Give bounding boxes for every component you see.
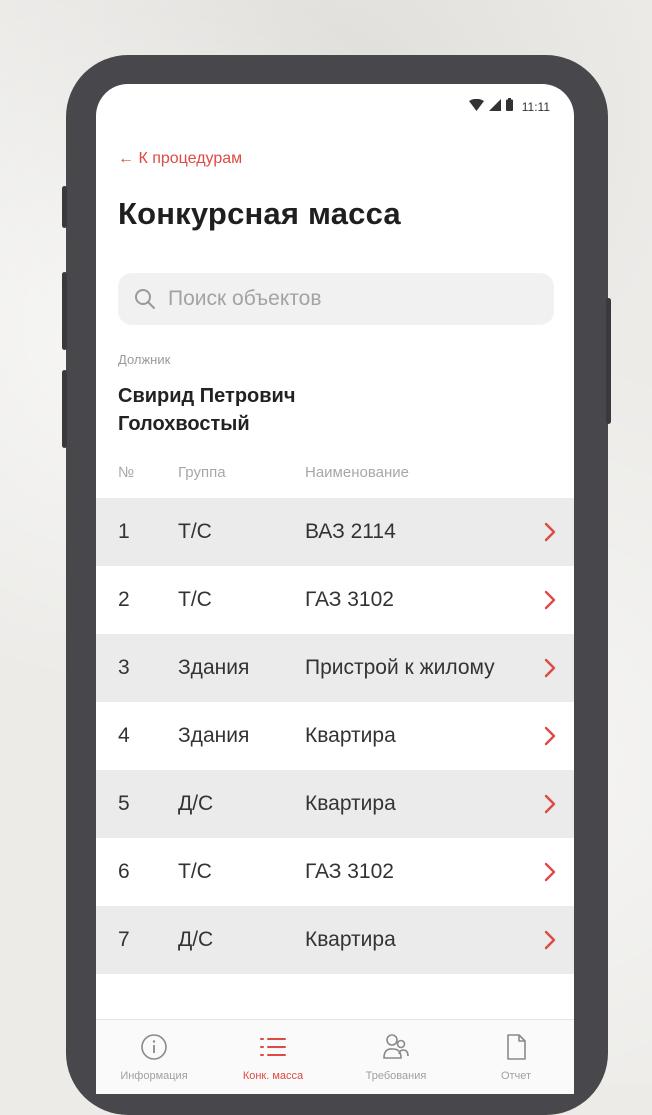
phone-side-button [62, 272, 67, 350]
phone-side-button [62, 370, 67, 448]
row-group: Т/С [178, 860, 212, 883]
nav-tab-information[interactable]: Информация [104, 1030, 204, 1082]
battery-icon [505, 98, 513, 116]
row-name: Пристрой к жилому [305, 656, 495, 679]
debtor-name: Свирид Петрович Голохвостый [118, 385, 296, 435]
bottom-navigation: Информация Конк. масса Требования Отчет [96, 1019, 574, 1094]
chevron-right-icon [544, 930, 556, 950]
nav-label: Отчет [500, 1070, 532, 1082]
row-group: Здания [178, 656, 250, 679]
nav-tab-report[interactable]: Отчет [466, 1030, 566, 1082]
row-number: 5 [118, 792, 130, 815]
row-name: Квартира [305, 724, 396, 747]
row-number: 6 [118, 860, 130, 883]
chevron-right-icon [544, 590, 556, 610]
table-row[interactable]: 7 Д/С Квартира [96, 906, 574, 974]
debtor-label: Должник [118, 352, 171, 367]
row-group: Т/С [178, 520, 212, 543]
chevron-right-icon [544, 522, 556, 542]
wifi-icon [468, 98, 484, 116]
row-name: Квартира [305, 792, 396, 815]
row-name: ГАЗ 3102 [305, 588, 394, 611]
back-to-procedures-link[interactable]: ← К процедурам [118, 150, 242, 168]
row-number: 1 [118, 520, 130, 543]
column-header-group: Группа [178, 464, 226, 481]
table-row[interactable]: 3 Здания Пристрой к жилому [96, 634, 574, 702]
status-bar: 11:11 [468, 98, 550, 116]
list-icon [223, 1030, 323, 1064]
search-icon [134, 288, 156, 310]
search-input[interactable] [166, 286, 530, 312]
search-bar[interactable] [118, 273, 554, 325]
column-header-name: Наименование [305, 464, 409, 481]
row-group: Здания [178, 724, 250, 747]
table-row[interactable]: 4 Здания Квартира [96, 702, 574, 770]
row-name: Квартира [305, 928, 396, 951]
chevron-right-icon [544, 658, 556, 678]
nav-label: Информация [120, 1070, 188, 1082]
row-number: 4 [118, 724, 130, 747]
phone-side-button [62, 186, 67, 228]
nav-label: Требования [365, 1070, 427, 1082]
info-icon [104, 1030, 204, 1064]
document-icon [466, 1030, 566, 1064]
assets-list: 1 Т/С ВАЗ 2114 2 Т/С ГАЗ 3102 3 Здания П… [96, 498, 574, 974]
phone-screen: 11:11 ← К процедурам Конкурсная масса До… [96, 84, 574, 1094]
table-row[interactable]: 2 Т/С ГАЗ 3102 [96, 566, 574, 634]
nav-tab-assets[interactable]: Конк. масса [223, 1030, 323, 1082]
phone-side-button [606, 298, 611, 424]
chevron-right-icon [544, 726, 556, 746]
row-number: 3 [118, 656, 130, 679]
chevron-right-icon [544, 862, 556, 882]
table-row[interactable]: 5 Д/С Квартира [96, 770, 574, 838]
row-group: Д/С [178, 928, 214, 951]
row-group: Д/С [178, 792, 214, 815]
row-number: 2 [118, 588, 130, 611]
signal-icon [488, 98, 501, 116]
row-group: Т/С [178, 588, 212, 611]
users-icon [346, 1030, 446, 1064]
table-row[interactable]: 6 Т/С ГАЗ 3102 [96, 838, 574, 906]
page-title: Конкурсная масса [118, 196, 401, 231]
nav-tab-claims[interactable]: Требования [346, 1030, 446, 1082]
row-number: 7 [118, 928, 130, 951]
column-header-number: № [118, 464, 135, 481]
status-time: 11:11 [521, 100, 550, 114]
row-name: ГАЗ 3102 [305, 860, 394, 883]
chevron-right-icon [544, 794, 556, 814]
table-row[interactable]: 1 Т/С ВАЗ 2114 [96, 498, 574, 566]
row-name: ВАЗ 2114 [305, 520, 396, 543]
nav-label: Конк. масса [242, 1070, 304, 1082]
